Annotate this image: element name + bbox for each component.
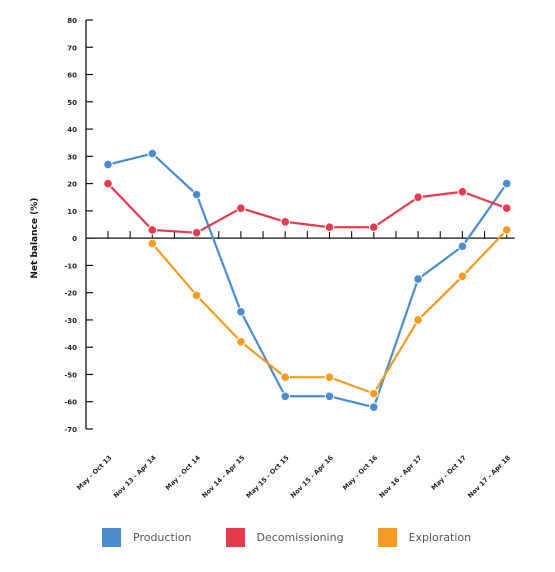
data-point-exploration [413, 315, 423, 325]
data-point-decomissioning [457, 186, 468, 197]
data-point-decomissioning [280, 216, 291, 227]
data-point-exploration [191, 290, 202, 301]
data-point-exploration [324, 372, 335, 382]
data-point-decomissioning [236, 203, 246, 213]
x-tick-label: May 15 - Oct 15 [244, 453, 290, 499]
legend-label-decomissioning: Decomissioning [256, 531, 344, 544]
legend-label-exploration: Exploration [408, 531, 472, 544]
legend-label-production: Production [133, 531, 192, 544]
data-point-exploration [457, 271, 468, 282]
data-point-production [147, 148, 158, 159]
legend-swatch-production [102, 528, 121, 547]
data-point-decomissioning [147, 225, 158, 235]
data-point-exploration [280, 372, 291, 382]
y-tick-label: 20 [67, 181, 77, 189]
x-tick-label: Nov 13 - Apr 14 [112, 453, 158, 499]
x-tick-label: May - Oct 14 [164, 453, 202, 491]
y-tick-label: -10 [64, 262, 77, 270]
y-tick-label: 70 [67, 44, 77, 52]
legend-item-exploration[interactable]: Exploration [377, 528, 472, 547]
data-point-production [369, 402, 379, 412]
y-tick-label: 40 [67, 126, 77, 134]
y-tick-label: -30 [64, 317, 77, 325]
data-point-exploration [147, 238, 158, 249]
data-point-decomissioning [413, 192, 423, 203]
data-point-production [103, 159, 113, 170]
x-tick-label: May - Oct 16 [341, 453, 379, 491]
x-tick-label: Nov 17 - Apr 18 [466, 453, 512, 499]
data-point-production [457, 241, 468, 252]
y-tick-label: -40 [64, 344, 77, 352]
series-line-exploration [151, 229, 508, 395]
data-point-production [324, 391, 335, 402]
legend-swatch-decomissioning [225, 528, 245, 547]
data-point-decomissioning [103, 178, 113, 189]
y-tick-label: -20 [64, 290, 77, 298]
y-tick-label: 60 [67, 72, 77, 80]
x-tick-label: May - Oct 13 [75, 454, 113, 492]
legend-swatch-exploration [377, 528, 397, 547]
y-tick-label: 80 [67, 17, 77, 25]
data-point-decomissioning [191, 227, 202, 238]
legend: Production Decomissioning Exploration [102, 528, 505, 547]
y-tick-label: 30 [67, 153, 77, 161]
x-tick-label: Nov 14 - Apr 15 [200, 453, 246, 499]
x-tick-label: May - Oct 17 [430, 454, 468, 492]
data-point-production [280, 391, 291, 402]
line-chart: 80 70 60 50 40 30 20 10 0 -10 -20 -30 -40 -50 -60 -70 Ne… [30, 17, 515, 500]
y-tick-label: 50 [67, 99, 77, 107]
data-point-exploration [369, 388, 379, 399]
data-point-production [501, 178, 512, 189]
legend-item-production[interactable]: Production [102, 528, 192, 547]
y-axis-label: Net balance (%) [30, 198, 40, 279]
data-point-production [413, 274, 423, 284]
data-point-decomissioning [324, 222, 335, 233]
y-tick-label: -60 [64, 399, 77, 407]
legend-item-decomissioning[interactable]: Decomissioning [225, 528, 344, 547]
y-tick-label: -70 [64, 426, 77, 434]
data-point-exploration [501, 225, 512, 235]
data-point-production [236, 306, 246, 317]
data-point-exploration [236, 336, 246, 347]
data-point-decomissioning [501, 203, 512, 213]
y-tick-label: 10 [67, 208, 77, 216]
data-point-decomissioning [369, 222, 379, 233]
y-tick-label: -50 [64, 371, 77, 379]
y-tick-label: 0 [72, 235, 77, 243]
x-tick-label: Nov 15 - Apr 16 [289, 453, 335, 499]
data-point-production [191, 189, 202, 200]
series-line-production [107, 152, 508, 409]
x-tick-label: Nov 16 - Apr 17 [378, 454, 424, 500]
series-line-decomissioning [107, 182, 508, 234]
